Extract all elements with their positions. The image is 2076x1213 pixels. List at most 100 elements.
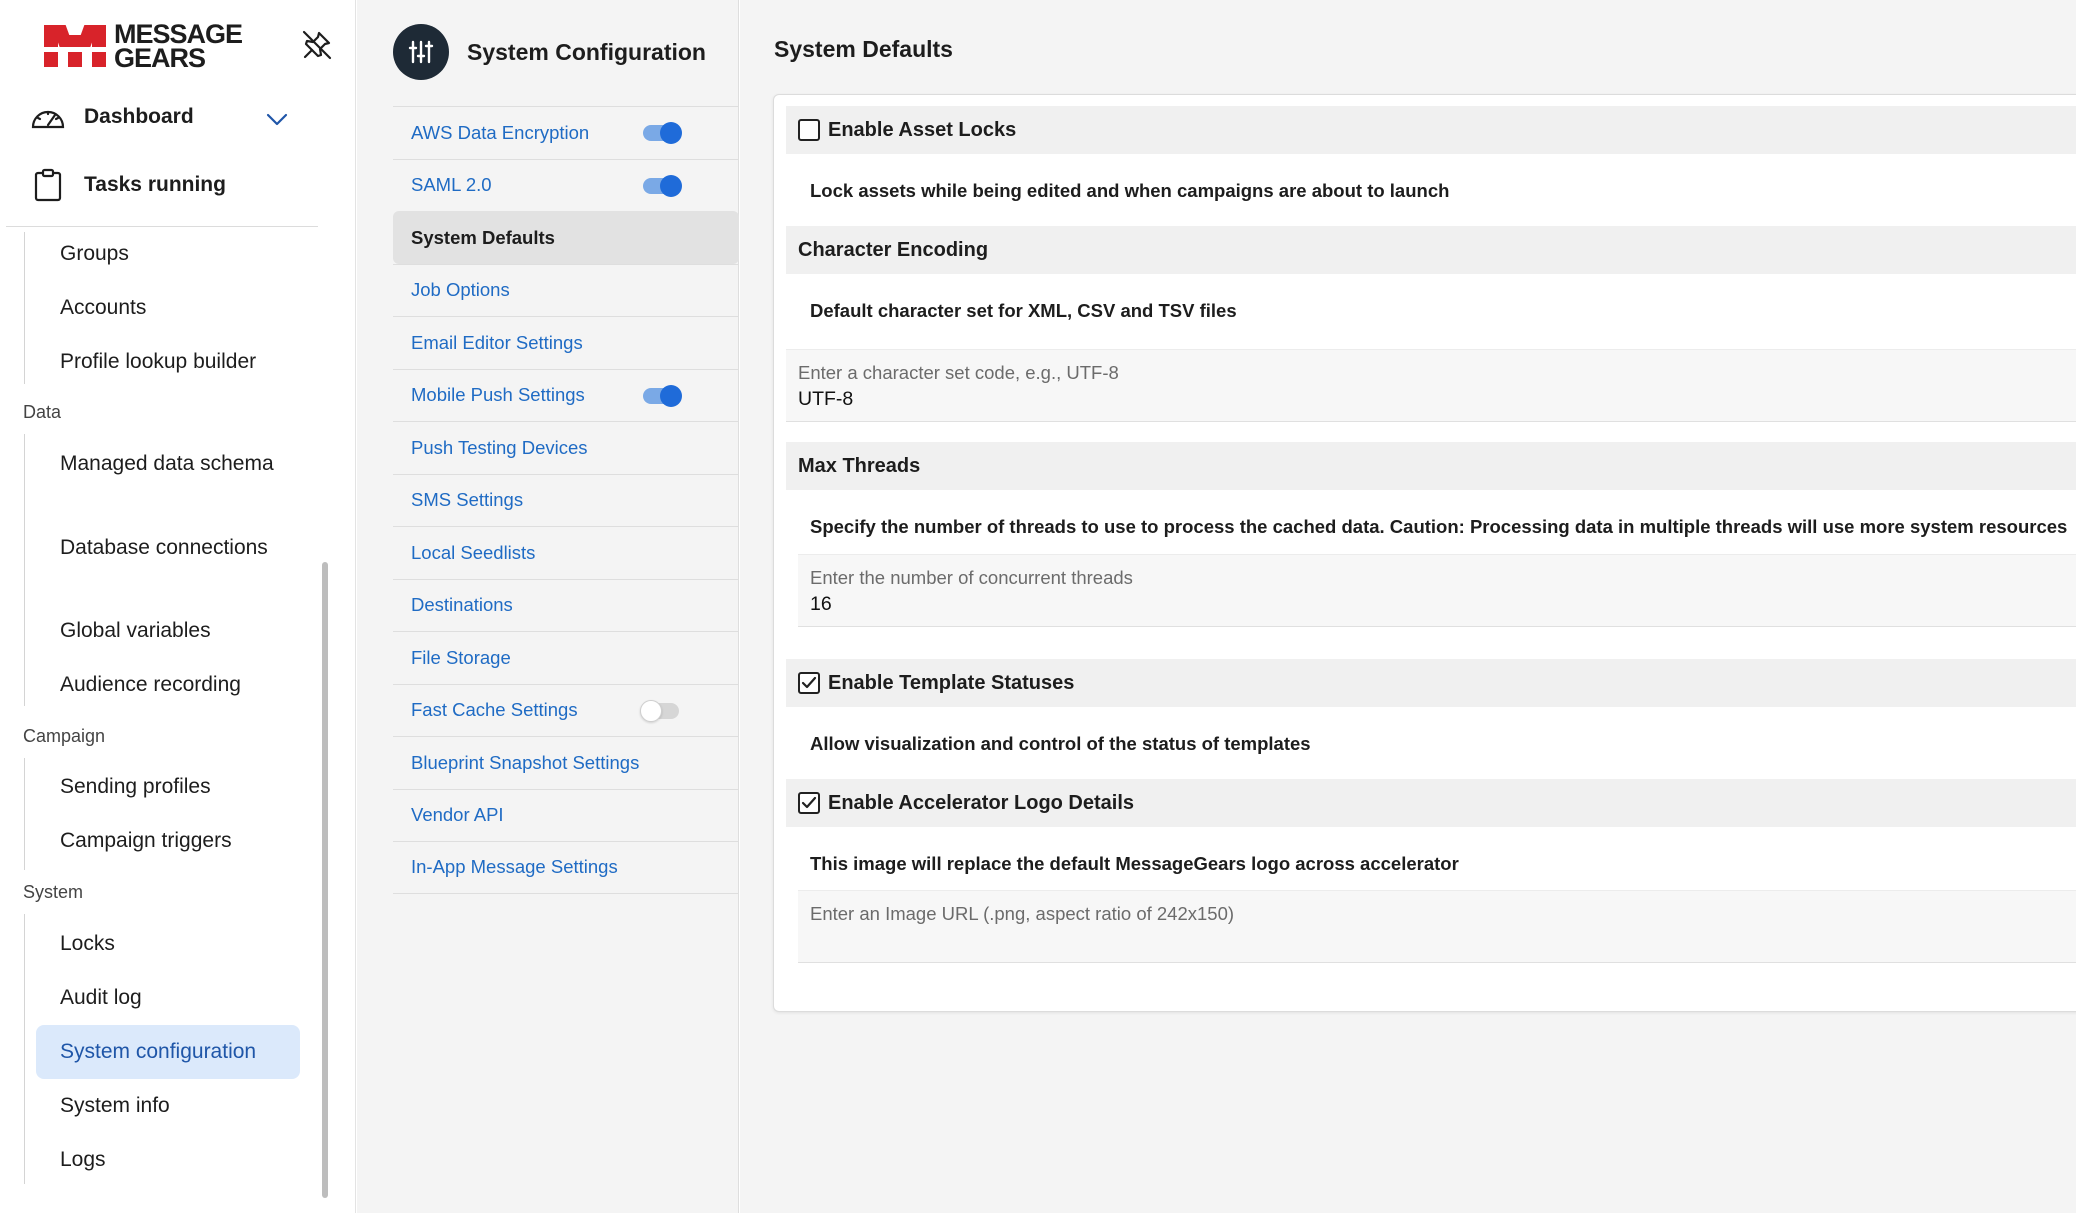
nav-dashboard[interactable]: Dashboard [28, 92, 194, 142]
max-threads-header: Max Threads [786, 442, 2076, 490]
sidebar-item-profile-lookup-builder[interactable]: Profile lookup builder [36, 347, 300, 377]
sidebar-item-sending-profiles[interactable]: Sending profiles [36, 772, 300, 802]
asset-locks-heading: Enable Asset Locks [828, 118, 1017, 141]
sidebar-item-audit-log[interactable]: Audit log [36, 983, 300, 1013]
config-item-push-testing-devices[interactable]: Push Testing Devices [393, 421, 739, 474]
config-item-label: In-App Message Settings [411, 856, 618, 878]
max-threads-placeholder: Enter the number of concurrent threads [810, 567, 1133, 588]
page-title: System Defaults [774, 36, 953, 62]
character-encoding-heading: Character Encoding [798, 238, 989, 261]
sidebar-item-database-connections[interactable]: Database connections [36, 533, 300, 563]
tree-line [24, 434, 25, 706]
image-url-placeholder: Enter an Image URL (.png, aspect ratio o… [810, 903, 1235, 924]
max-threads-description: Specify the number of threads to use to … [810, 516, 2068, 537]
mobile-push-toggle[interactable] [643, 384, 682, 407]
config-item-label: Local Seedlists [411, 541, 536, 563]
gauge-icon [28, 99, 68, 135]
config-item-destinations[interactable]: Destinations [393, 578, 739, 632]
nav-tasks-label: Tasks running [84, 173, 226, 196]
asset-locks-header: Enable Asset Locks [786, 106, 2076, 154]
sidebar-item-system-configuration[interactable]: System configuration [36, 1025, 300, 1079]
sidebar-item-system-info[interactable]: System info [36, 1091, 300, 1121]
nav-tasks-running[interactable]: Tasks running [28, 160, 226, 210]
config-item-label: Blueprint Snapshot Settings [411, 751, 640, 773]
sliders-icon [393, 24, 449, 80]
logo-text-line2: GEARS [114, 43, 206, 73]
config-item-label: File Storage [411, 646, 511, 668]
accelerator-logo-heading: Enable Accelerator Logo Details [828, 791, 1135, 814]
fast-cache-toggle[interactable] [640, 699, 679, 722]
config-item-saml[interactable]: SAML 2.0 [393, 158, 739, 212]
accelerator-logo-description: This image will replace the default Mess… [810, 853, 1459, 874]
config-item-job-options[interactable]: Job Options [393, 263, 739, 317]
asset-locks-checkbox[interactable] [798, 119, 820, 141]
accelerator-logo-checkbox[interactable] [798, 792, 820, 814]
config-item-label: Vendor API [411, 804, 504, 826]
accelerator-logo-header: Enable Accelerator Logo Details [786, 779, 2076, 827]
sidebar-item-managed-data-schema[interactable]: Managed data schema [36, 449, 300, 479]
app-root: MESSAGE GEARS Dashboard Tasks running Gr… [0, 0, 2076, 1213]
character-encoding-header: Character Encoding [786, 226, 2076, 274]
config-item-label: SAML 2.0 [411, 174, 492, 196]
messagegears-logo[interactable]: MESSAGE GEARS [44, 21, 243, 73]
sidebar-item-audience-recording[interactable]: Audience recording [36, 670, 300, 700]
main-content: System Defaults Enable Asset Locks Lock … [740, 0, 2076, 1213]
sidebar: MESSAGE GEARS Dashboard Tasks running Gr… [0, 0, 356, 1213]
config-panel: System Configuration AWS Data Encryption… [357, 0, 739, 1213]
system-defaults-card: Enable Asset Locks Lock assets while bei… [773, 94, 2076, 1012]
sidebar-item-groups[interactable]: Groups [36, 239, 300, 269]
config-item-email-editor-settings[interactable]: Email Editor Settings [393, 316, 739, 369]
config-item-label: Mobile Push Settings [411, 384, 585, 406]
config-item-label: SMS Settings [411, 489, 524, 511]
sidebar-scrollbar[interactable] [322, 562, 328, 1198]
sidebar-item-campaign-triggers[interactable]: Campaign triggers [36, 826, 300, 856]
section-label-data: Data [23, 402, 62, 422]
character-encoding-field[interactable]: Enter a character set code, e.g., UTF-8 … [786, 349, 2076, 422]
config-title: System Configuration [467, 38, 706, 65]
config-item-aws-data-encryption[interactable]: AWS Data Encryption [393, 106, 739, 159]
asset-locks-description: Lock assets while being edited and when … [810, 180, 1450, 201]
sidebar-item-locks[interactable]: Locks [36, 929, 300, 959]
max-threads-field[interactable]: Enter the number of concurrent threads 1… [798, 554, 2076, 627]
sidebar-divider [6, 226, 318, 227]
template-statuses-header: Enable Template Statuses [786, 659, 2076, 707]
config-item-sms-settings[interactable]: SMS Settings [393, 473, 739, 527]
config-item-system-defaults[interactable]: System Defaults [393, 211, 739, 264]
config-item-label: Destinations [411, 594, 513, 616]
config-item-file-storage[interactable]: File Storage [393, 631, 739, 684]
config-item-mobile-push-settings[interactable]: Mobile Push Settings [393, 368, 739, 422]
logo-mark-icon [44, 25, 106, 67]
config-item-label: AWS Data Encryption [411, 121, 590, 143]
chevron-down-icon[interactable] [262, 104, 292, 134]
saml-toggle[interactable] [643, 174, 682, 197]
template-statuses-description: Allow visualization and control of the s… [810, 733, 1311, 754]
config-item-label: System Defaults [411, 226, 555, 248]
image-url-field[interactable]: Enter an Image URL (.png, aspect ratio o… [798, 890, 2076, 963]
config-item-label: Job Options [411, 279, 510, 301]
config-item-vendor-api[interactable]: Vendor API [393, 788, 739, 842]
max-threads-heading: Max Threads [798, 454, 921, 477]
tree-line [24, 758, 25, 870]
character-encoding-description: Default character set for XML, CSV and T… [810, 300, 1237, 321]
character-encoding-value: UTF-8 [798, 388, 854, 410]
config-item-label: Push Testing Devices [411, 436, 588, 458]
sidebar-item-logs[interactable]: Logs [36, 1145, 300, 1175]
tree-line [24, 232, 25, 384]
max-threads-value: 16 [810, 593, 832, 615]
aws-encryption-toggle[interactable] [643, 122, 682, 144]
unpin-sidebar-icon[interactable] [300, 28, 334, 62]
config-item-blueprint-snapshot-settings[interactable]: Blueprint Snapshot Settings [393, 736, 739, 789]
section-label-campaign: Campaign [23, 726, 106, 746]
sidebar-item-global-variables[interactable]: Global variables [36, 616, 300, 646]
template-statuses-heading: Enable Template Statuses [828, 671, 1075, 694]
config-item-local-seedlists[interactable]: Local Seedlists [393, 526, 739, 579]
sidebar-item-accounts[interactable]: Accounts [36, 293, 300, 323]
config-item-label: Fast Cache Settings [411, 699, 578, 721]
config-item-fast-cache-settings[interactable]: Fast Cache Settings [393, 683, 739, 737]
character-encoding-placeholder: Enter a character set code, e.g., UTF-8 [798, 362, 1119, 383]
config-item-in-app-message-settings[interactable]: In-App Message Settings [393, 841, 739, 894]
tree-line [24, 914, 25, 1184]
config-item-label: Email Editor Settings [411, 331, 583, 353]
template-statuses-checkbox[interactable] [798, 672, 820, 694]
nav-dashboard-label: Dashboard [84, 105, 194, 128]
